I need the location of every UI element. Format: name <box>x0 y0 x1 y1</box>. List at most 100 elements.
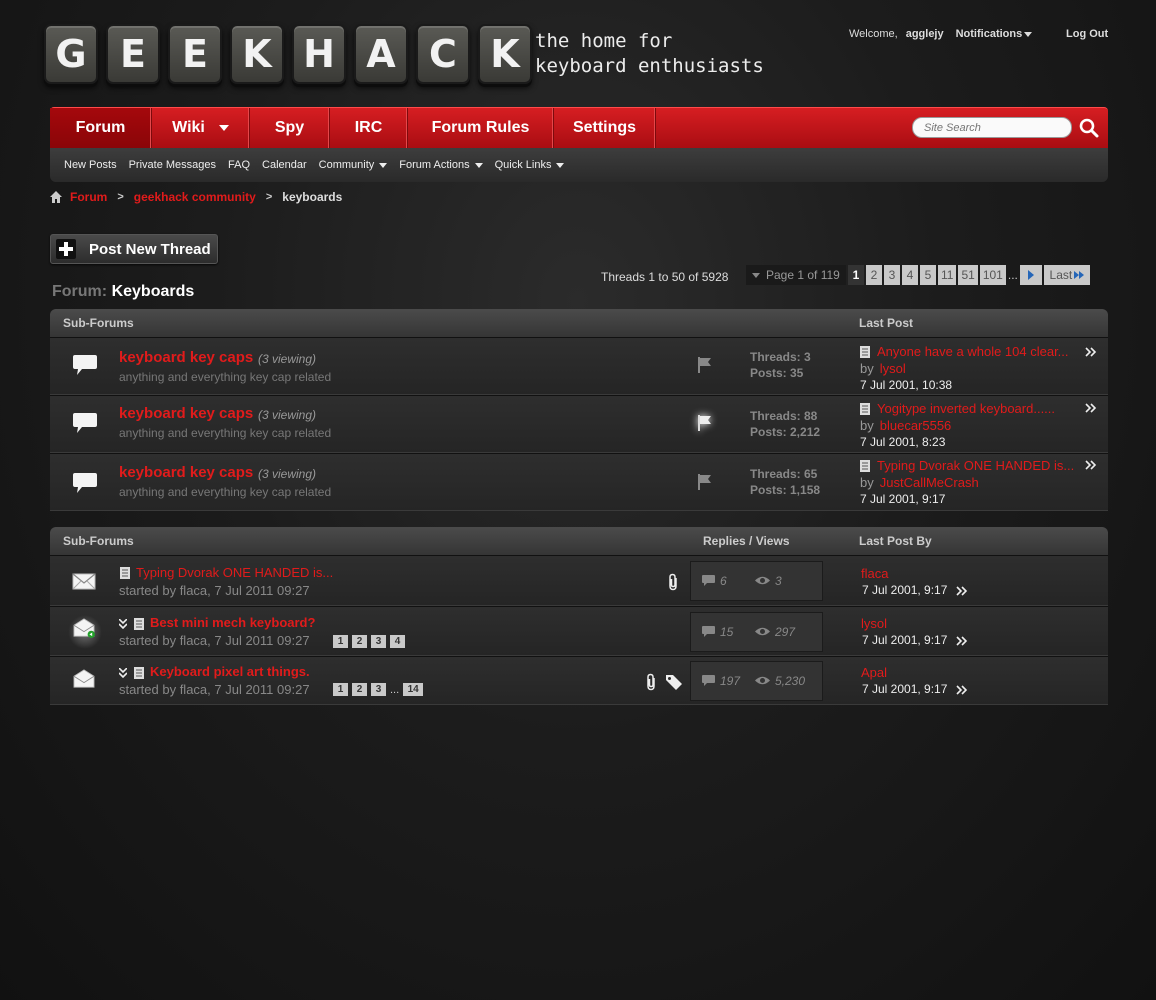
page-of-dropdown[interactable]: Page 1 of 119 <box>746 265 846 285</box>
tag-icon[interactable] <box>665 674 683 690</box>
thread-page-link[interactable]: 14 <box>403 683 424 696</box>
tab-settings[interactable]: Settings <box>554 108 656 148</box>
flag-icon[interactable] <box>698 474 712 490</box>
thread-title[interactable]: Typing Dvorak ONE HANDED is... <box>136 565 333 580</box>
by-label: by <box>860 361 874 376</box>
threads-header-lastpost[interactable]: Last Post By <box>859 534 932 548</box>
subforum-desc: anything and everything key cap related <box>119 426 332 440</box>
search-icon[interactable] <box>1079 118 1099 138</box>
thread-page-link[interactable]: 3 <box>371 635 386 648</box>
logo-key: K <box>478 24 532 84</box>
chevron-down-icon[interactable] <box>218 125 229 131</box>
thread-row: Keyboard pixel art things. started by fl… <box>50 656 1108 705</box>
notifications-menu[interactable]: Notifications <box>956 28 1033 40</box>
subforum-title[interactable]: keyboard key caps <box>119 464 253 481</box>
last-post-user[interactable]: lysol <box>861 616 887 631</box>
tab-forum-rules[interactable]: Forum Rules <box>408 108 554 148</box>
page-link[interactable]: 101 <box>979 265 1006 285</box>
logo-key: E <box>106 24 160 84</box>
last-post-user[interactable]: lysol <box>880 361 906 376</box>
breadcrumb-community[interactable]: geekhack community <box>134 190 256 204</box>
last-post-title[interactable]: Yogitype inverted keyboard...... <box>877 401 1055 416</box>
subnav-quick-links[interactable]: Quick Links <box>495 159 565 171</box>
last-post-title[interactable]: Typing Dvorak ONE HANDED is... <box>877 458 1074 473</box>
double-chevron-down-icon[interactable] <box>119 668 127 678</box>
tagline-line2: keyboard enthusiasts <box>535 55 764 77</box>
flag-icon[interactable] <box>698 415 712 431</box>
goto-last-post-icon[interactable] <box>1085 460 1097 470</box>
subnav-faq[interactable]: FAQ <box>228 159 250 171</box>
double-chevron-down-icon[interactable] <box>119 619 127 629</box>
last-post-user[interactable]: Apal <box>861 665 887 680</box>
subnav-private-messages[interactable]: Private Messages <box>129 159 216 171</box>
site-logo[interactable]: G E E K H A C K <box>44 24 532 84</box>
breadcrumb-forum[interactable]: Forum <box>70 190 107 204</box>
last-post-by: by bluecar5556 <box>860 418 951 433</box>
last-post-user[interactable]: JustCallMeCrash <box>880 475 979 490</box>
goto-last-post-icon[interactable] <box>956 636 968 646</box>
subforum-viewing: (3 viewing) <box>258 408 317 422</box>
subforum-threads: Threads: 3 <box>750 350 811 364</box>
logo-key: G <box>44 24 98 84</box>
last-post-title[interactable]: Anyone have a whole 104 clear... <box>877 344 1069 359</box>
page-link[interactable]: 1 <box>848 265 864 285</box>
page-link[interactable]: 2 <box>866 265 882 285</box>
subforum-posts: Posts: 35 <box>750 366 804 380</box>
page-of-label: Page 1 of 119 <box>766 268 840 282</box>
thread-title[interactable]: Keyboard pixel art things. <box>150 664 310 679</box>
last-post-date: 7 Jul 2001, 9:17 <box>860 492 946 506</box>
user-bar: Welcome, agglejy Notifications Log Out <box>849 28 1108 40</box>
view-count: 297 <box>775 625 796 639</box>
subforum-desc: anything and everything key cap related <box>119 485 332 499</box>
tab-forum[interactable]: Forum <box>50 108 152 148</box>
eye-icon <box>755 627 770 636</box>
username-link[interactable]: agglejy <box>906 28 944 40</box>
subnav-forum-actions[interactable]: Forum Actions <box>399 159 483 171</box>
last-post-by: by JustCallMeCrash <box>860 475 979 490</box>
last-post-date: 7 Jul 2001, 10:38 <box>860 378 953 392</box>
subnav-new-posts[interactable]: New Posts <box>64 159 117 171</box>
tab-spy[interactable]: Spy <box>250 108 330 148</box>
goto-last-post-icon[interactable] <box>956 586 968 596</box>
subforum-title[interactable]: keyboard key caps <box>119 349 253 366</box>
flag-icon[interactable] <box>698 357 712 373</box>
goto-last-post-icon[interactable] <box>1085 347 1097 357</box>
subforum-viewing: (3 viewing) <box>258 352 317 366</box>
page-link[interactable]: 51 <box>958 265 978 285</box>
subforum-threads: Threads: 88 <box>750 409 818 423</box>
page-title: Forum: Keyboards <box>52 283 194 301</box>
tab-wiki[interactable]: Wiki <box>152 108 250 148</box>
page-link[interactable]: 4 <box>902 265 918 285</box>
home-icon[interactable] <box>50 191 62 203</box>
subnav-calendar[interactable]: Calendar <box>262 159 307 171</box>
page-link[interactable]: 11 <box>938 265 957 285</box>
notifications-label: Notifications <box>955 28 1023 40</box>
last-post-user[interactable]: bluecar5556 <box>880 418 952 433</box>
by-label: by <box>860 475 874 490</box>
subforum-title[interactable]: keyboard key caps <box>119 405 253 422</box>
post-new-thread-button[interactable]: Post New Thread <box>50 234 218 264</box>
page-link[interactable]: 5 <box>920 265 936 285</box>
thread-page-link[interactable]: 3 <box>371 683 386 696</box>
thread-page-link[interactable]: 1 <box>333 635 348 648</box>
thread-page-link[interactable]: 1 <box>333 683 348 696</box>
page-link[interactable]: 3 <box>884 265 900 285</box>
thread-title[interactable]: Best mini mech keyboard? <box>150 615 315 630</box>
thread-page-link[interactable]: 2 <box>352 683 367 696</box>
thread-row: Best mini mech keyboard? started by flac… <box>50 606 1108 656</box>
last-page-button[interactable]: Last <box>1043 265 1090 285</box>
speech-bubble-icon <box>73 413 97 433</box>
goto-last-post-icon[interactable] <box>1085 403 1097 413</box>
thread-page-link[interactable]: 2 <box>352 635 367 648</box>
logout-link[interactable]: Log Out <box>1066 28 1108 40</box>
tab-irc[interactable]: IRC <box>330 108 408 148</box>
last-post-user[interactable]: flaca <box>861 566 888 581</box>
replies-views: 6 3 <box>690 561 823 601</box>
subnav-community[interactable]: Community <box>319 159 388 171</box>
search-input[interactable] <box>912 117 1072 138</box>
goto-last-post-icon[interactable] <box>956 685 968 695</box>
next-page-button[interactable] <box>1019 265 1042 285</box>
comment-icon <box>702 675 715 686</box>
threads-header-replies-views[interactable]: Replies / Views <box>703 534 790 548</box>
thread-page-link[interactable]: 4 <box>390 635 405 648</box>
